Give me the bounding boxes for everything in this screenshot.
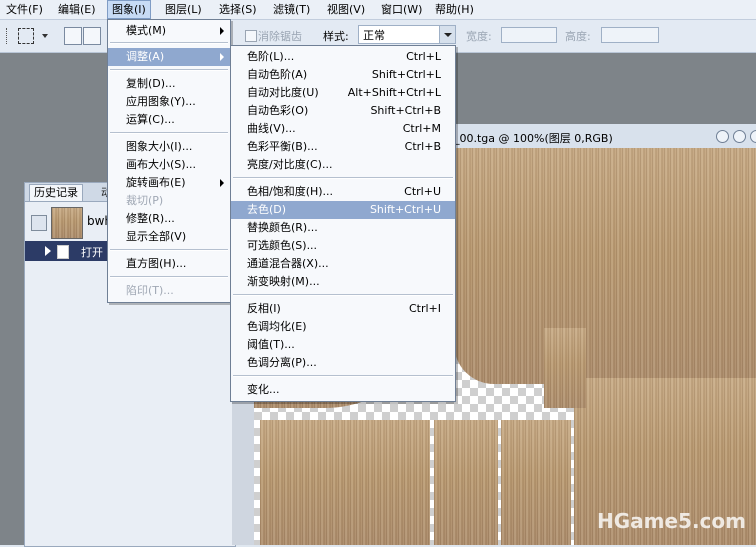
menu-item-crop: 裁切(P) [126, 194, 164, 207]
watermark-text: HGame5.com [596, 509, 746, 533]
menu-item-duplicate[interactable]: 复制(D)... [108, 75, 230, 93]
menu-item-levels[interactable]: 色阶(L)... Ctrl+L [231, 48, 455, 66]
menu-item-trim[interactable]: 修整(R)... [108, 210, 230, 228]
history-step-label: 打开 [81, 246, 103, 259]
menu-item-adjust[interactable]: 调整(A) [108, 48, 230, 66]
close-icon[interactable] [750, 130, 756, 143]
menu-item-apply-image[interactable]: 应用图象(Y)... [108, 93, 230, 111]
menu-view[interactable]: 视图(V) [323, 0, 369, 19]
menu-item-selective-color[interactable]: 可选颜色(S)... [231, 237, 455, 255]
menu-window[interactable]: 窗口(W) [377, 0, 426, 19]
style-label: 样式: [323, 30, 349, 43]
width-field[interactable] [501, 27, 557, 43]
menu-item-color-balance[interactable]: 色彩平衡(B)... Ctrl+B [231, 138, 455, 156]
menu-item-equalize[interactable]: 色调均化(E) [231, 318, 455, 336]
minimize-icon[interactable] [716, 130, 729, 143]
menu-separator [110, 42, 228, 44]
tab-history[interactable]: 历史记录 [29, 184, 83, 201]
hair-texture-block [501, 420, 571, 545]
menu-item-calculations[interactable]: 运算(C)... [108, 111, 230, 129]
document-title: _00.tga @ 100%(图层 0,RGB) [454, 132, 613, 145]
maximize-icon[interactable] [733, 130, 746, 143]
menu-item-image-size[interactable]: 图象大小(I)... [108, 138, 230, 156]
marquee-tool-icon[interactable] [18, 28, 34, 44]
menu-select[interactable]: 选择(S) [215, 0, 261, 19]
menu-file[interactable]: 文件(F) [2, 0, 47, 19]
chevron-down-icon[interactable] [439, 26, 455, 43]
menu-item-brightness-contrast[interactable]: 亮度/对比度(C)... [231, 156, 455, 174]
menu-separator [110, 132, 228, 134]
menu-separator [233, 294, 453, 296]
menu-item-auto-contrast[interactable]: 自动对比度(U) Alt+Shift+Ctrl+L [231, 84, 455, 102]
menu-help[interactable]: 帮助(H) [431, 0, 478, 19]
antialias-label: 消除锯齿 [258, 30, 302, 43]
menu-separator [110, 69, 228, 71]
menu-item-hue-saturation[interactable]: 色相/饱和度(H)... Ctrl+U [231, 183, 455, 201]
history-state-marker-icon [45, 246, 51, 256]
menu-separator [233, 177, 453, 179]
menu-item-desaturate[interactable]: 去色(D) Shift+Ctrl+U [231, 201, 455, 219]
height-field[interactable] [601, 27, 659, 43]
menu-item-variations[interactable]: 变化... [231, 381, 455, 399]
submenu-arrow-icon [220, 179, 224, 187]
hair-texture-block [454, 148, 756, 384]
width-label: 宽度: [466, 30, 492, 43]
menu-bar: 文件(F) 编辑(E) 图象(I) 图层(L) 选择(S) 滤镜(T) 视图(V… [0, 0, 756, 20]
new-selection-icon[interactable] [64, 27, 82, 45]
menu-item-channel-mixer[interactable]: 通道混合器(X)... [231, 255, 455, 273]
menu-item-mode[interactable]: 模式(M) [108, 22, 230, 40]
image-menu: 模式(M) 调整(A) 复制(D)... 应用图象(Y)... 运算(C)...… [107, 19, 231, 303]
menu-item-replace-color[interactable]: 替换颜色(R)... [231, 219, 455, 237]
hair-texture-block [434, 420, 498, 545]
menu-item-reveal-all[interactable]: 显示全部(V) [108, 228, 230, 246]
submenu-arrow-icon [220, 53, 224, 61]
add-selection-icon[interactable] [83, 27, 101, 45]
hair-texture-block [260, 420, 430, 545]
menu-item-gradient-map[interactable]: 渐变映射(M)... [231, 273, 455, 291]
style-select[interactable]: 正常 [358, 25, 456, 44]
antialias-checkbox[interactable] [245, 30, 257, 42]
menu-separator [110, 249, 228, 251]
brush-source-icon[interactable] [31, 215, 47, 231]
menu-item-posterize[interactable]: 色调分离(P)... [231, 354, 455, 372]
menu-item-curves[interactable]: 曲线(V)... Ctrl+M [231, 120, 455, 138]
menu-layer[interactable]: 图层(L) [161, 0, 206, 19]
menu-edit[interactable]: 编辑(E) [54, 0, 100, 19]
menu-item-auto-color[interactable]: 自动色彩(O) Shift+Ctrl+B [231, 102, 455, 120]
menu-separator [233, 375, 453, 377]
hair-texture-block [544, 328, 586, 408]
menu-item-canvas-size[interactable]: 画布大小(S)... [108, 156, 230, 174]
menu-item-histogram[interactable]: 直方图(H)... [108, 255, 230, 273]
menu-separator [110, 276, 228, 278]
submenu-arrow-icon [220, 27, 224, 35]
grip-handle[interactable] [6, 28, 9, 44]
snapshot-thumbnail [51, 207, 83, 239]
menu-item-rotate-canvas[interactable]: 旋转画布(E) [108, 174, 230, 192]
menu-image[interactable]: 图象(I) [107, 0, 151, 19]
tool-preset-dropdown-icon[interactable] [42, 34, 48, 38]
menu-item-invert[interactable]: 反相(I) Ctrl+I [231, 300, 455, 318]
style-select-value: 正常 [363, 29, 385, 42]
height-label: 高度: [565, 30, 591, 43]
document-icon [57, 245, 69, 259]
menu-item-threshold[interactable]: 阈值(T)... [231, 336, 455, 354]
adjust-submenu: 色阶(L)... Ctrl+L 自动色阶(A) Shift+Ctrl+L 自动对比度… [230, 45, 456, 402]
menu-filter[interactable]: 滤镜(T) [269, 0, 314, 19]
menu-item-trap: 陷印(T)... [126, 284, 174, 297]
menu-item-auto-levels[interactable]: 自动色阶(A) Shift+Ctrl+L [231, 66, 455, 84]
